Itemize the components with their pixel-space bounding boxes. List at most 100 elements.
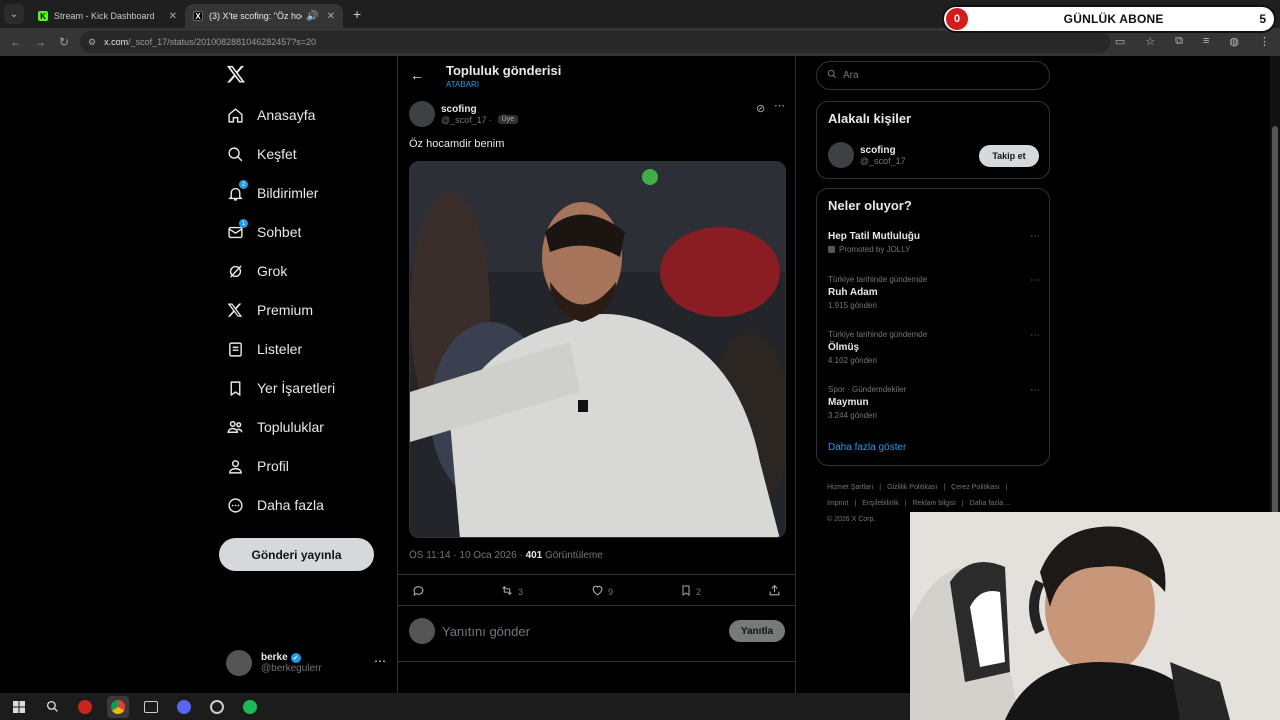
trend-item[interactable]: Spor · Gündemdekiler Maymun 3.244 gönder… (828, 385, 1040, 420)
community-link[interactable]: ATABARI (446, 80, 479, 89)
footer-link[interactable]: Çerez Politikası (951, 484, 1000, 491)
more-icon[interactable]: ⋯ (1030, 385, 1040, 396)
post-button[interactable]: Gönderi yayınla (219, 538, 374, 571)
spotify-icon[interactable] (239, 696, 261, 718)
post-video[interactable] (409, 161, 786, 538)
nav-explore[interactable]: Keşfet (226, 139, 297, 169)
retweet-icon (500, 584, 514, 600)
footer-link[interactable]: Daha fazla ... (970, 500, 1011, 507)
tab-x-post[interactable]: X (3) X'te scofing: "Öz hocam 🔊 ✕ (185, 4, 343, 28)
url-input[interactable]: ⚙ x.com/_scof_17/status/2010082881046282… (80, 31, 1110, 53)
nav-lists[interactable]: Listeler (226, 334, 302, 364)
grok-icon[interactable]: ⊘ (756, 102, 765, 115)
relevant-user[interactable]: scofing @_scof_17 (828, 142, 906, 168)
nav-label: Listeler (257, 341, 303, 357)
footer-link[interactable]: Erişilebilirlik (862, 500, 899, 507)
tab-search-button[interactable]: ⌄ (4, 4, 24, 24)
post-timestamp[interactable]: ÖS 11:14 · 10 Oca 2026 · (409, 550, 526, 561)
reply-composer: Yanıtını gönder Yanıtla (398, 608, 796, 662)
trend-name: Ölmüş (828, 342, 860, 353)
show-more-link[interactable]: Daha fazla göster (828, 442, 906, 453)
reload-icon[interactable]: ↻ (52, 35, 76, 49)
tab-kick-dashboard[interactable]: K Stream - Kick Dashboard ✕ (30, 4, 185, 28)
app-icon[interactable] (74, 696, 96, 718)
nav-grok[interactable]: Grok (226, 256, 287, 286)
forward-icon[interactable]: → (28, 35, 52, 49)
account-switcher[interactable]: berke ✓ @berkegulerr ⋯ (226, 648, 386, 678)
back-arrow-icon[interactable]: ← (410, 67, 424, 83)
speaker-icon[interactable]: 🔊 (306, 11, 318, 22)
site-settings-icon[interactable]: ⚙ (88, 37, 96, 48)
nav-notifications[interactable]: 2 Bildirimler (226, 178, 318, 208)
kick-favicon: K (38, 11, 48, 21)
nav-communities[interactable]: Topluluklar (226, 412, 324, 442)
footer-link[interactable]: Gizlilik Politikası (887, 484, 937, 491)
windows-start-icon[interactable] (8, 696, 30, 718)
avatar[interactable] (828, 142, 854, 168)
search-input[interactable]: Ara (816, 61, 1050, 90)
more-icon[interactable]: ⋯ (1030, 330, 1040, 341)
more-icon[interactable]: ⋯ (1030, 275, 1040, 286)
star-icon[interactable]: ☆ (1145, 35, 1155, 48)
subscriber-label: GÜNLÜK ABONE (1063, 12, 1164, 26)
author-handle-row: @_scof_17 · Üye (441, 115, 519, 125)
bookmark-button[interactable]: 2 (680, 584, 701, 600)
trend-item[interactable]: Hep Tatil Mutluluğu Promoted by JOLLY ⋯ (828, 231, 1040, 254)
reply-input[interactable]: Yanıtını gönder (442, 624, 530, 639)
toolbar-icons: ▭ ☆ ⧉ ≡ ◍ ⋮ (1115, 35, 1270, 48)
cast-icon[interactable]: ▭ (1115, 35, 1125, 48)
more-icon[interactable]: ⋯ (1030, 231, 1040, 242)
nav-more[interactable]: Daha fazla (226, 490, 324, 520)
subscriber-count: 0 (946, 8, 968, 30)
notification-badge: 2 (239, 180, 248, 189)
nav-label: Profil (257, 458, 289, 474)
url-host: x.com (104, 37, 129, 47)
bookmark-icon (680, 584, 692, 600)
nav-bookmarks[interactable]: Yer İşaretleri (226, 373, 335, 403)
trend-name: Ruh Adam (828, 287, 878, 298)
retweet-button[interactable]: 3 (500, 584, 523, 600)
discord-icon[interactable] (173, 696, 195, 718)
webcam-overlay (910, 512, 1280, 720)
author-name[interactable]: scofing (441, 104, 518, 115)
terminal-icon[interactable] (140, 696, 162, 718)
new-tab-button[interactable]: + (353, 6, 361, 22)
share-button[interactable] (768, 584, 785, 600)
like-count: 9 (608, 587, 614, 597)
nav-messages[interactable]: 1 Sohbet (226, 217, 301, 247)
trend-item[interactable]: Türkiye tarihinde gündemde Ruh Adam 1.91… (828, 275, 1040, 310)
avatar[interactable] (409, 101, 435, 127)
nav-profile[interactable]: Profil (226, 451, 289, 481)
media-icon[interactable]: ≡ (1203, 35, 1209, 48)
footer-separator: | (943, 484, 946, 491)
avatar (226, 650, 252, 676)
more-icon[interactable]: ⋯ (774, 99, 785, 112)
footer-link[interactable]: Reklam bilgisi (913, 500, 956, 507)
back-icon[interactable]: ← (4, 35, 28, 49)
trend-item[interactable]: Türkiye tarihinde gündemde Ölmüş 4.102 g… (828, 330, 1040, 365)
profile-icon[interactable]: ◍ (1229, 35, 1239, 48)
nav-premium[interactable]: Premium (226, 295, 313, 325)
reply-button[interactable] (412, 584, 429, 600)
reply-submit-button[interactable]: Yanıtla (729, 620, 785, 642)
nav-home[interactable]: Anasayfa (226, 100, 315, 130)
trend-count: 3.244 gönderi (828, 411, 877, 420)
close-icon[interactable]: ✕ (327, 11, 335, 22)
relevant-user-name[interactable]: scofing (860, 145, 906, 156)
footer-separator: | (879, 484, 882, 491)
reply-icon (412, 584, 425, 600)
footer-link[interactable]: Hizmet Şartları (827, 484, 873, 491)
extensions-icon[interactable]: ⧉ (1175, 35, 1183, 48)
menu-icon[interactable]: ⋮ (1259, 35, 1270, 48)
close-icon[interactable]: ✕ (169, 11, 177, 22)
like-button[interactable]: 9 (591, 584, 613, 600)
trend-name: Maymun (828, 397, 869, 408)
search-icon[interactable] (41, 696, 63, 718)
x-logo-icon[interactable] (226, 64, 250, 88)
chrome-icon[interactable] (107, 695, 129, 718)
more-icon[interactable]: ⋯ (374, 654, 386, 668)
post-author[interactable]: scofing @_scof_17 · Üye (409, 101, 519, 127)
follow-button[interactable]: Takip et (979, 145, 1039, 167)
obs-icon[interactable] (206, 696, 228, 718)
footer-link[interactable]: Imprint (827, 500, 848, 507)
